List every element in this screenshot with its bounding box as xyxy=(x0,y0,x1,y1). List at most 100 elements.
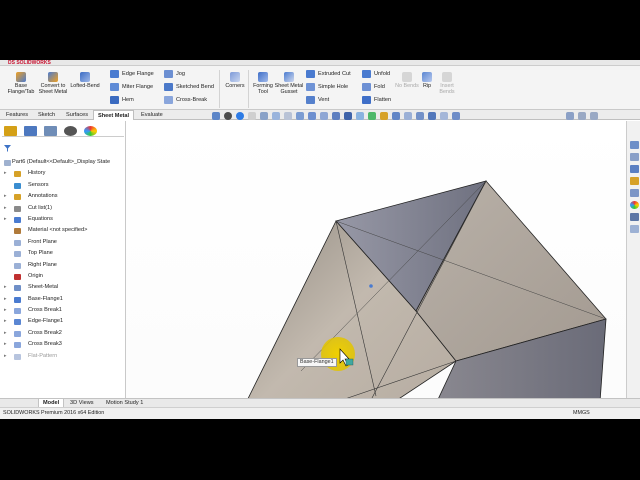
close-view-icon[interactable] xyxy=(590,112,598,120)
tree-item-label: History xyxy=(28,170,46,177)
hem-button[interactable]: Hem xyxy=(110,94,134,106)
tree-item-equations[interactable]: ▸ Equations xyxy=(2,214,124,225)
tree-item-label: Edge-Flange1 xyxy=(28,318,64,325)
shadow-icon[interactable] xyxy=(380,112,388,120)
expand-arrow-icon[interactable]: ▸ xyxy=(4,203,9,214)
tree-item-right-plane[interactable]: Right Plane xyxy=(2,260,124,271)
convert-to-sheet-metal-button[interactable]: Convert to Sheet Metal xyxy=(38,72,68,95)
appearances-icon[interactable] xyxy=(630,201,639,209)
design-library-icon[interactable] xyxy=(630,165,639,173)
tree-item-cross-break3[interactable]: ▸ Cross Break3 xyxy=(2,339,124,350)
expand-arrow-icon[interactable]: ▸ xyxy=(4,294,9,305)
tree-item-cross-break1[interactable]: ▸ Cross Break1 xyxy=(2,305,124,316)
expand-arrow-icon[interactable]: ▸ xyxy=(4,282,9,293)
feature-manager-tab-icon[interactable] xyxy=(4,126,17,136)
tree-item-edge-flange1[interactable]: ▸ Edge-Flange1 xyxy=(2,316,124,327)
unit-system[interactable]: MMGS xyxy=(573,408,590,419)
expand-arrow-icon[interactable]: ▸ xyxy=(4,191,9,202)
view-settings-icon[interactable] xyxy=(272,112,280,120)
hide-show-icon[interactable] xyxy=(260,112,268,120)
tab-surfaces[interactable]: Surfaces xyxy=(62,110,92,120)
manager-tabs xyxy=(2,125,124,137)
zoom-to-area-icon[interactable] xyxy=(308,112,316,120)
view-palette-icon[interactable] xyxy=(630,189,639,197)
filter-icon[interactable] xyxy=(4,145,11,152)
scene-icon[interactable] xyxy=(332,112,340,120)
tree-item-cross-break2[interactable]: ▸ Cross Break2 xyxy=(2,328,124,339)
tree-item-base-flange1[interactable]: ▸ Base-Flange1 xyxy=(2,294,124,305)
expand-arrow-icon[interactable]: ▸ xyxy=(4,316,9,327)
file-explorer-icon[interactable] xyxy=(630,177,639,185)
insert-bends-button[interactable]: Insert Bends xyxy=(434,72,460,95)
section-view-icon[interactable] xyxy=(248,112,256,120)
appearance-icon[interactable] xyxy=(236,112,244,120)
expand-arrow-icon[interactable]: ▸ xyxy=(4,168,9,179)
cross-break-button[interactable]: Cross-Break xyxy=(164,94,207,106)
tree-root-part[interactable]: Part6 (Default<<Default>_Display State xyxy=(2,157,124,168)
forming-tool-icon xyxy=(258,72,268,82)
sketched-bend-button[interactable]: Sketched Bend xyxy=(164,81,214,93)
sheet-metal-part-model[interactable] xyxy=(126,121,626,419)
view-orientation-icon[interactable] xyxy=(212,112,220,120)
edge-flange-button[interactable]: Edge Flange xyxy=(110,68,154,80)
expand-arrow-icon[interactable]: ▸ xyxy=(4,351,9,362)
forum-icon[interactable] xyxy=(630,225,639,233)
tree-item-label: Cut list(1) xyxy=(28,204,52,211)
perspective-icon[interactable] xyxy=(392,112,400,120)
vent-button[interactable]: Vent xyxy=(306,94,329,106)
tree-item-material-not-specified[interactable]: Material <not specified> xyxy=(2,225,124,236)
view-cube-icon[interactable] xyxy=(416,112,424,120)
cartoon-icon[interactable] xyxy=(404,112,412,120)
tree-item-sensors[interactable]: Sensors xyxy=(2,180,124,191)
miter-flange-button[interactable]: Miter Flange xyxy=(110,81,153,93)
previous-view-icon[interactable] xyxy=(320,112,328,120)
custom-properties-icon[interactable] xyxy=(630,213,639,221)
edit-appearance-icon[interactable] xyxy=(344,112,352,120)
restore-icon[interactable] xyxy=(566,112,574,120)
tree-item-flat-pattern[interactable]: ▸ Flat-Pattern xyxy=(2,351,124,362)
graphics-area[interactable]: Base-Flange1 xyxy=(126,121,626,419)
zoom-to-fit-icon[interactable] xyxy=(296,112,304,120)
tree-item-label: Equations xyxy=(28,215,53,222)
simple-hole-button[interactable]: Simple Hole xyxy=(306,81,348,93)
fold-button[interactable]: Fold xyxy=(362,81,385,93)
maximize-icon[interactable] xyxy=(578,112,586,120)
tree-item-sheet-metal[interactable]: ▸ Sheet-Metal xyxy=(2,282,124,293)
realview-icon[interactable] xyxy=(284,112,292,120)
sheet-metal-gusset-button[interactable]: Sheet Metal Gusset xyxy=(274,72,304,95)
display-grid-icon[interactable] xyxy=(440,112,448,120)
expand-arrow-icon[interactable]: ▸ xyxy=(4,339,9,350)
jog-button[interactable]: Jog xyxy=(164,68,185,80)
tree-item-history[interactable]: ▸ History xyxy=(2,168,124,179)
resources-icon[interactable] xyxy=(630,153,639,161)
tree-item-front-plane[interactable]: Front Plane xyxy=(2,237,124,248)
lofted-bend-button[interactable]: Lofted-Bend xyxy=(70,72,100,89)
tree-item-annotations[interactable]: ▸ Annotations xyxy=(2,191,124,202)
base-flange-button[interactable]: Base Flange/Tab xyxy=(6,72,36,95)
lights-icon[interactable] xyxy=(368,112,376,120)
monitor-icon[interactable] xyxy=(452,112,460,120)
tree-item-top-plane[interactable]: Top Plane xyxy=(2,248,124,259)
tree-item-cut-list-1[interactable]: ▸ Cut list(1) xyxy=(2,203,124,214)
configuration-manager-tab-icon[interactable] xyxy=(44,126,57,136)
expand-arrow-icon[interactable]: ▸ xyxy=(4,305,9,316)
dimxpert-tab-icon[interactable] xyxy=(64,126,77,136)
tab-sheet-metal[interactable]: Sheet Metal xyxy=(93,110,135,120)
expand-arrow-icon[interactable]: ▸ xyxy=(4,328,9,339)
extruded-cut-button[interactable]: Extruded Cut xyxy=(306,68,351,80)
tab-sketch[interactable]: Sketch xyxy=(34,110,59,120)
corners-button[interactable]: Corners xyxy=(220,72,250,89)
expand-arrow-icon[interactable]: ▸ xyxy=(4,214,9,225)
display-style-icon[interactable] xyxy=(224,112,232,120)
camera-icon[interactable] xyxy=(428,112,436,120)
tree-item-origin[interactable]: Origin xyxy=(2,271,124,282)
home-icon[interactable] xyxy=(630,141,639,149)
flatten-button[interactable]: Flatten xyxy=(362,94,391,106)
property-manager-tab-icon[interactable] xyxy=(24,126,37,136)
unfold-button[interactable]: Unfold xyxy=(362,68,390,80)
tab-evaluate[interactable]: Evaluate xyxy=(137,110,167,120)
tab-features[interactable]: Features xyxy=(2,110,32,120)
feature-tree: Part6 (Default<<Default>_Display State ▸… xyxy=(2,157,124,362)
display-manager-tab-icon[interactable] xyxy=(84,126,97,136)
apply-scene-icon[interactable] xyxy=(356,112,364,120)
